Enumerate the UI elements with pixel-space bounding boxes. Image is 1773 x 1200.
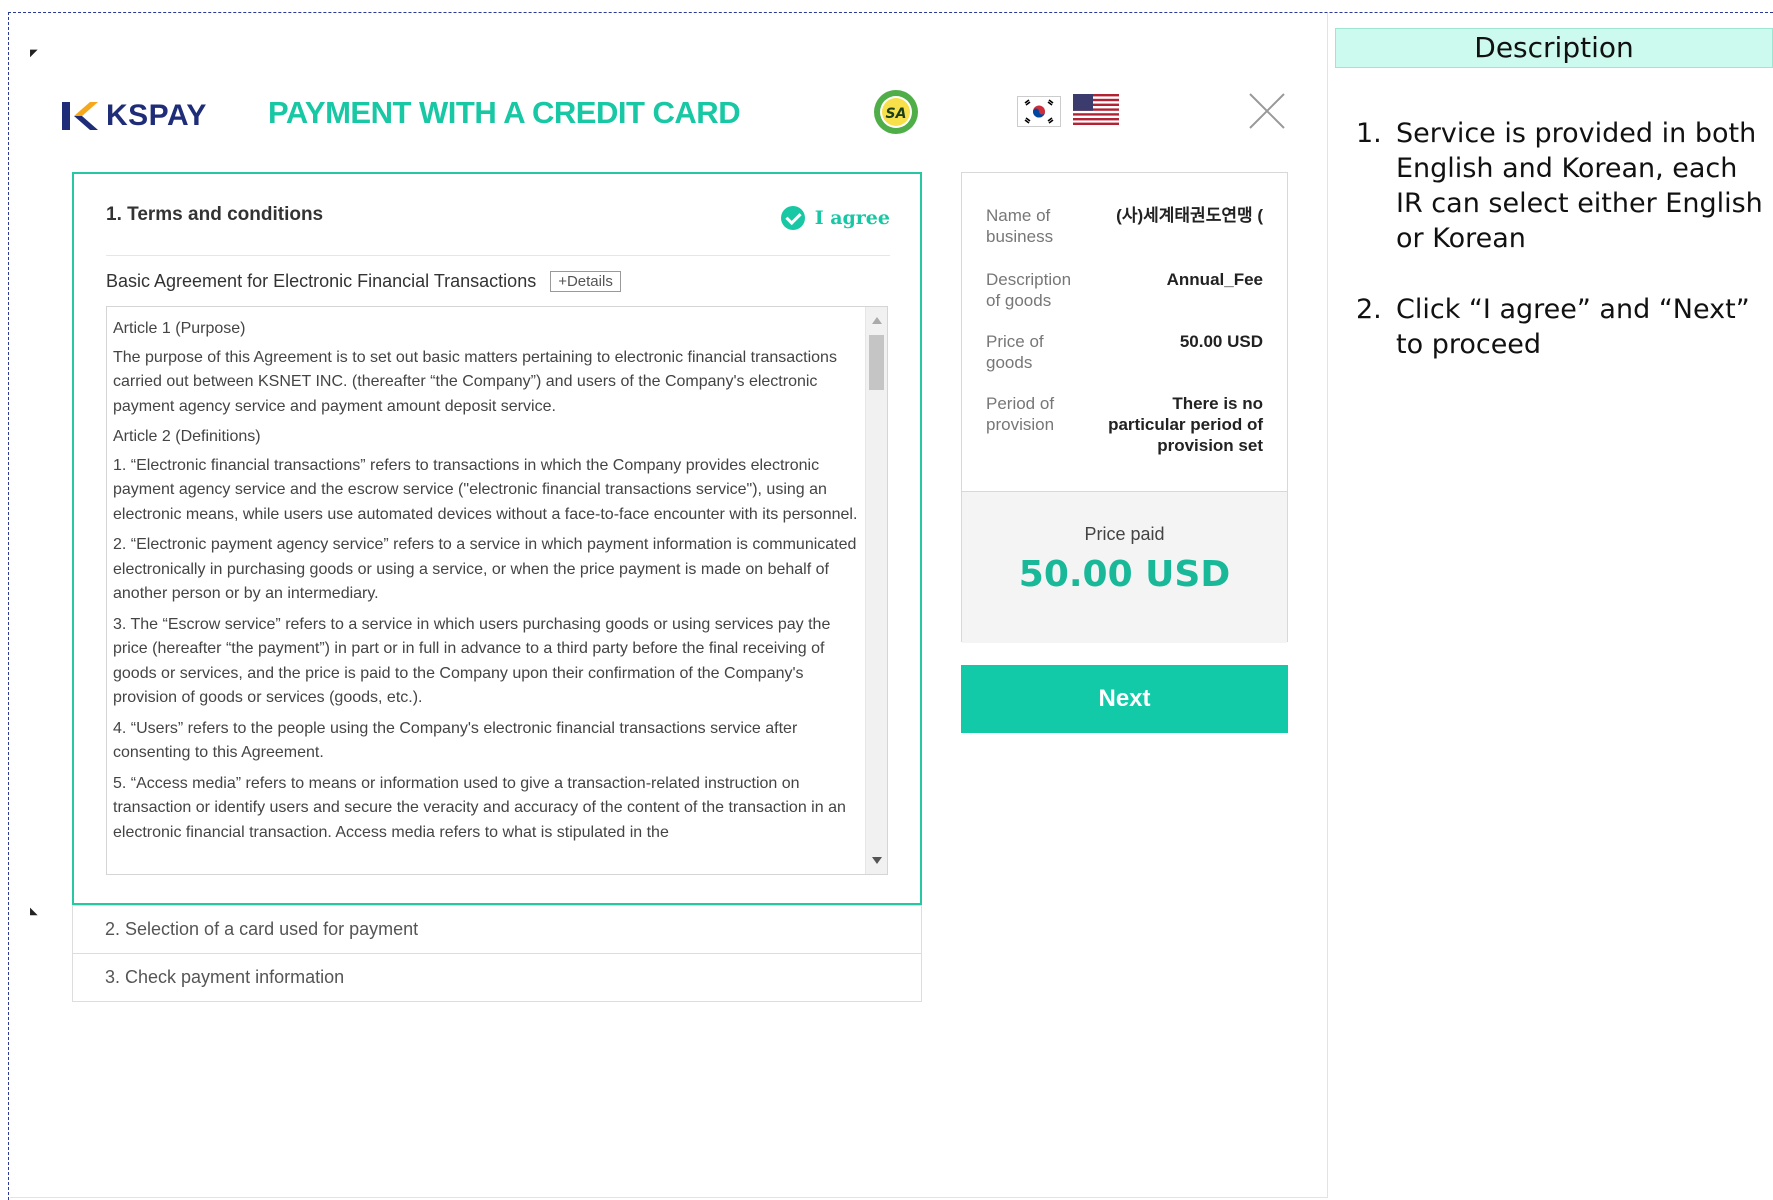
terms-paragraph: Article 1 (Purpose) — [113, 320, 246, 337]
terms-header: 1. Terms and conditions I agree — [106, 204, 890, 256]
terms-paragraph: 1. “Electronic financial transactions” r… — [113, 456, 858, 523]
korea-flag-icon[interactable] — [1017, 96, 1061, 127]
accordion-card-selection-label: 2. Selection of a card used for payment — [105, 919, 419, 939]
summary-row-period: Period of provision There is no particul… — [986, 393, 1263, 456]
description-text: Service is provided in both English and … — [1396, 118, 1763, 254]
description-header: Description — [1335, 28, 1773, 68]
summary-value: 50.00 USD — [1179, 332, 1263, 351]
description-item: 1. Service is provided in both English a… — [1356, 116, 1766, 256]
terms-paragraph: Article 2 (Definitions) — [113, 428, 261, 445]
summary-value: Annual_Fee — [1166, 270, 1263, 289]
kspay-logo-icon — [62, 102, 98, 130]
payment-summary: Name of business (사)세계태권도연맹 ( Descriptio… — [961, 172, 1288, 643]
kspay-logo-text: KSPAY — [106, 99, 207, 132]
us-flag-icon[interactable] — [1073, 94, 1119, 125]
description-number: 2. — [1356, 294, 1382, 325]
summary-value: There is no particular period of provisi… — [1108, 394, 1263, 455]
accordion-check-payment-label: 3. Check payment information — [105, 967, 345, 987]
terms-panel: 1. Terms and conditions I agree Basic Ag… — [72, 172, 922, 905]
sa-badge-icon: SA — [874, 90, 918, 134]
sa-badge-text: SA — [886, 106, 907, 122]
terms-paragraph: 2. “Electronic payment agency service” r… — [113, 536, 857, 602]
accordion-card-selection[interactable]: 2. Selection of a card used for payment — [72, 905, 922, 954]
details-button[interactable]: +Details — [550, 271, 621, 292]
agree-label[interactable]: I agree — [815, 207, 890, 229]
summary-row-business: Name of business (사)세계태권도연맹 ( — [986, 205, 1263, 247]
summary-value: (사)세계태권도연맹 ( — [1116, 206, 1263, 225]
page-title: PAYMENT WITH A CREDIT CARD — [268, 95, 741, 130]
terms-paragraph: 5. “Access media” refers to means or inf… — [113, 774, 846, 841]
summary-label: Name of business — [986, 206, 1054, 246]
summary-rows: Name of business (사)세계태권도연맹 ( Descriptio… — [962, 173, 1287, 491]
price-paid-amount: 50.00 USD — [1018, 554, 1231, 595]
terms-title: 1. Terms and conditions — [106, 204, 324, 225]
next-button[interactable]: Next — [961, 665, 1288, 733]
price-paid-label: Price paid — [1084, 524, 1165, 544]
scroll-down-icon[interactable] — [872, 857, 882, 864]
description-list: 1. Service is provided in both English a… — [1356, 116, 1766, 398]
description-number: 1. — [1356, 118, 1382, 149]
summary-row-goods: Description of goods Annual_Fee — [986, 269, 1263, 311]
check-circle-icon[interactable] — [780, 206, 805, 230]
close-icon[interactable] — [1246, 90, 1288, 132]
kspay-logo: KSPAY — [60, 98, 207, 134]
basic-agreement-label: Basic Agreement for Electronic Financial… — [106, 271, 537, 291]
basic-agreement-row: Basic Agreement for Electronic Financial… — [106, 271, 621, 292]
terms-paragraph: The purpose of this Agreement is to set … — [113, 348, 837, 415]
accordion-check-payment[interactable]: 3. Check payment information — [72, 953, 922, 1002]
summary-row-price: Price of goods 50.00 USD — [986, 331, 1263, 373]
agree-toggle[interactable]: I agree — [780, 206, 890, 230]
terms-scrollbar[interactable] — [865, 307, 887, 874]
terms-scroll-box[interactable]: Article 1 (Purpose) The purpose of this … — [106, 306, 888, 875]
summary-label: Description of goods — [986, 270, 1072, 310]
scroll-up-icon[interactable] — [872, 317, 882, 324]
description-text: Click “I agree” and “Next” to proceed — [1396, 294, 1750, 360]
terms-content: Article 1 (Purpose) The purpose of this … — [113, 317, 859, 851]
summary-label: Price of goods — [986, 332, 1044, 372]
price-paid-box: Price paid 50.00 USD — [962, 491, 1287, 643]
scroll-thumb[interactable] — [869, 335, 884, 390]
description-item: 2. Click “I agree” and “Next” to proceed — [1356, 292, 1766, 362]
summary-label: Period of provision — [986, 394, 1055, 434]
terms-paragraph: 4. “Users” refers to the people using th… — [113, 719, 798, 762]
terms-paragraph: 3. The “Escrow service” refers to a serv… — [113, 615, 831, 707]
